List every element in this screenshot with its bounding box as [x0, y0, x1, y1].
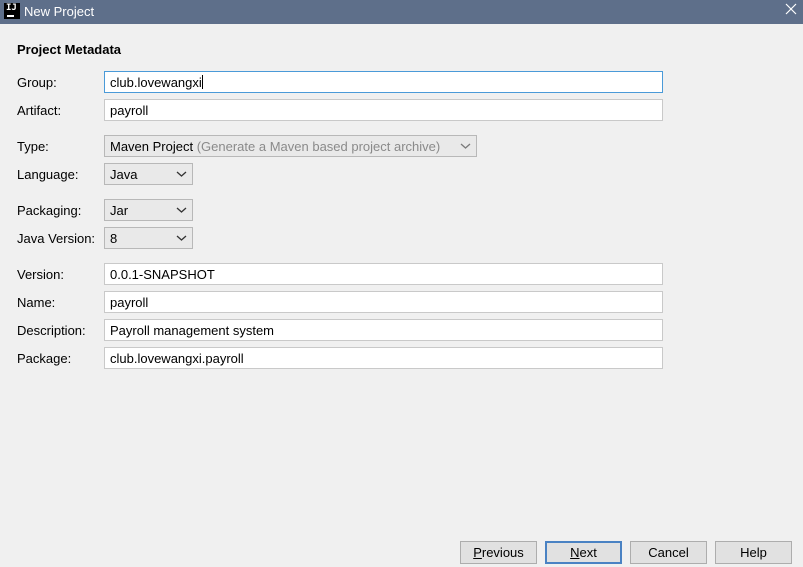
artifact-label: Artifact:	[17, 103, 62, 118]
name-label: Name:	[17, 295, 56, 310]
previous-button[interactable]: Previous	[460, 541, 537, 564]
type-label: Type:	[17, 139, 49, 154]
version-label: Version:	[17, 267, 64, 282]
cancel-button[interactable]: Cancel	[630, 541, 707, 564]
package-label: Package:	[17, 351, 72, 366]
type-dropdown[interactable]: Maven Project (Generate a Maven based pr…	[104, 135, 477, 157]
packaging-dropdown[interactable]: Jar	[104, 199, 193, 221]
window-title: New Project	[24, 4, 95, 19]
type-hint: (Generate a Maven based project archive)	[196, 139, 441, 154]
language-value: Java	[110, 167, 138, 182]
description-field[interactable]: Payroll management system	[104, 319, 663, 341]
package-field[interactable]: club.lovewangxi.payroll	[104, 347, 663, 369]
group-field[interactable]: club.lovewangxi	[104, 71, 663, 93]
description-label: Description:	[17, 323, 86, 338]
intellij-icon: IJ	[4, 3, 20, 19]
help-button[interactable]: Help	[715, 541, 792, 564]
previous-label: revious	[481, 545, 524, 560]
previous-mnemonic: P	[473, 545, 482, 560]
group-label: Group:	[17, 75, 57, 90]
java-version-value: 8	[110, 231, 118, 246]
packaging-value: Jar	[110, 203, 129, 218]
artifact-field[interactable]: payroll	[104, 99, 663, 121]
section-title: Project Metadata	[17, 42, 122, 57]
java-version-dropdown[interactable]: 8	[104, 227, 193, 249]
chevron-down-icon	[176, 207, 187, 213]
next-button[interactable]: Next	[545, 541, 622, 564]
next-mnemonic: N	[570, 545, 580, 560]
text-caret	[201, 75, 203, 89]
chevron-down-icon	[176, 171, 187, 177]
title-bar: IJ New Project	[0, 0, 803, 24]
java-version-label: Java Version:	[17, 231, 96, 246]
type-value: Maven Project	[110, 139, 194, 154]
next-label: ext	[579, 545, 597, 560]
close-icon[interactable]	[780, 0, 802, 22]
version-field[interactable]: 0.0.1-SNAPSHOT	[104, 263, 663, 285]
chevron-down-icon	[176, 235, 187, 241]
chevron-down-icon	[460, 143, 471, 149]
name-field[interactable]: payroll	[104, 291, 663, 313]
language-label: Language:	[17, 167, 79, 182]
group-value: club.lovewangxi	[110, 75, 202, 90]
language-dropdown[interactable]: Java	[104, 163, 193, 185]
packaging-label: Packaging:	[17, 203, 82, 218]
